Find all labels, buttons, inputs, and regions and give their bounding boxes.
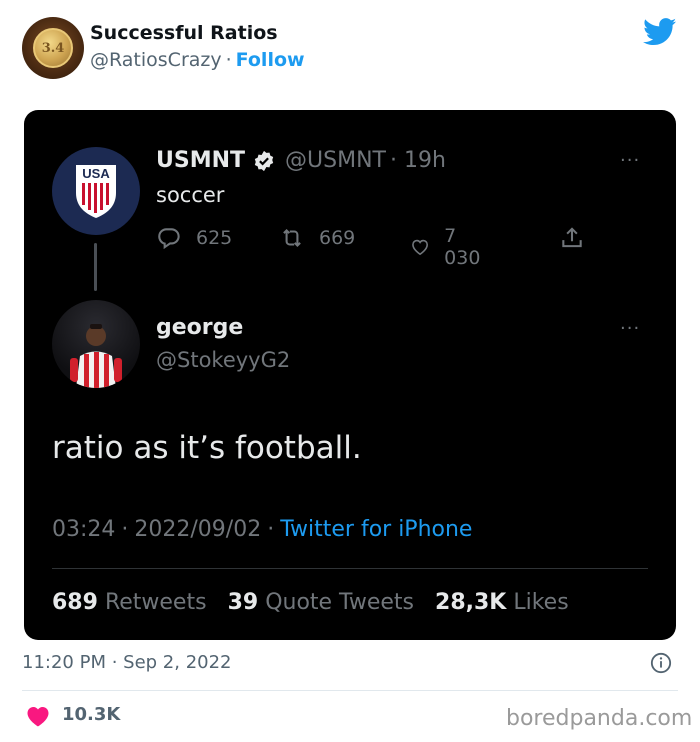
account-name[interactable]: Successful Ratios <box>90 22 278 44</box>
usmnt-handle: @USMNT <box>285 148 386 173</box>
divider <box>52 568 648 569</box>
quote-count: 39 <box>227 590 259 615</box>
account-handle[interactable]: @RatiosCrazy <box>90 49 222 71</box>
likes-label: Likes <box>513 590 569 615</box>
heart-outline-icon <box>412 239 429 256</box>
george-avatar <box>52 300 140 388</box>
george-handle: @StokeyyG2 <box>156 348 291 372</box>
reply-time: 03:24 <box>52 517 116 542</box>
account-line: @RatiosCrazy · Follow <box>90 49 305 71</box>
usmnt-name-row: USMNT @USMNT · 19h <box>156 148 446 173</box>
retweet-icon <box>283 228 301 248</box>
more-options-icon: ··· <box>620 318 641 339</box>
reply-stats: 689 Retweets 39 Quote Tweets 28,3K Likes <box>52 590 569 615</box>
like-count-original: 7 030 <box>444 225 481 269</box>
separator: · <box>225 49 232 71</box>
info-icon[interactable] <box>650 652 672 674</box>
like-action: 7 030 <box>410 225 486 269</box>
reply-tweet-text: ratio as it’s football. <box>52 430 362 466</box>
retweets-count: 689 <box>52 590 98 615</box>
reply-meta: 03:24 · 2022/09/02 · Twitter for iPhone <box>52 517 472 542</box>
verified-badge-icon <box>254 150 274 171</box>
follow-link[interactable]: Follow <box>236 49 305 71</box>
usmnt-age: · 19h <box>389 148 446 173</box>
like-count[interactable]: 10.3K <box>62 704 120 725</box>
reply-date: 2022/09/02 <box>134 517 262 542</box>
reply-action: 625 <box>156 225 232 251</box>
retweet-action: 669 <box>279 225 355 251</box>
twitter-bird-icon[interactable] <box>643 18 677 46</box>
usmnt-avatar: USA <box>52 147 140 235</box>
footer-divider <box>22 690 678 691</box>
retweets-label: Retweets <box>104 590 207 615</box>
avatar-coin: 3.4 <box>33 28 73 68</box>
likes-count: 28,3K <box>435 590 507 615</box>
reply-source: Twitter for iPhone <box>280 517 473 542</box>
quote-label: Quote Tweets <box>265 590 415 615</box>
account-avatar[interactable]: 3.4 <box>22 17 84 79</box>
embed-header: 3.4 Successful Ratios @RatiosCrazy · Follo… <box>0 0 700 100</box>
embed-timestamp[interactable]: 11:20 PM · Sep 2, 2022 <box>22 652 232 673</box>
george-name: george <box>156 315 244 340</box>
usmnt-tweet-text: soccer <box>156 183 225 207</box>
share-action <box>559 225 599 251</box>
usa-crest-text: USA <box>82 166 110 181</box>
more-options-icon: ··· <box>620 150 641 171</box>
meta-separator: · <box>267 517 275 542</box>
meta-separator: · <box>121 517 129 542</box>
usmnt-name: USMNT <box>156 148 246 173</box>
share-icon <box>562 227 582 248</box>
tweet-screenshot-image[interactable]: USA USMNT @USMNT · 19h ··· soccer 625 66… <box>24 110 676 640</box>
thread-line <box>94 243 97 291</box>
retweet-count: 669 <box>319 227 356 249</box>
usa-crest-icon: USA <box>76 165 116 218</box>
reply-icon <box>158 228 180 250</box>
reply-count: 625 <box>196 227 233 249</box>
heart-icon[interactable] <box>26 705 50 727</box>
watermark: boredpanda.com <box>506 706 693 731</box>
player-photo <box>70 324 122 388</box>
